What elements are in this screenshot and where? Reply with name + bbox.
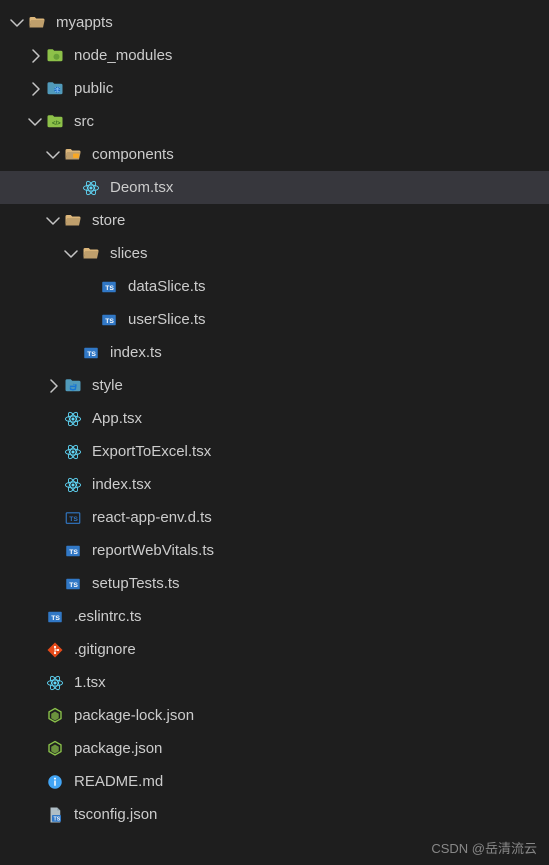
tree-item-label: userSlice.ts	[128, 311, 206, 328]
tree-item-label: .eslintrc.ts	[74, 608, 142, 625]
tree-item-label: README.md	[74, 773, 163, 790]
tree-row[interactable]: .gitignore	[0, 633, 549, 666]
tree-row[interactable]: </> src	[0, 105, 549, 138]
node-json-icon	[44, 738, 66, 760]
tree-item-label: components	[92, 146, 174, 163]
tree-item-label: setupTests.ts	[92, 575, 180, 592]
tree-row[interactable]: store	[0, 204, 549, 237]
node-json-icon	[44, 705, 66, 727]
tree-item-label: store	[92, 212, 125, 229]
watermark-text: CSDN @岳清流云	[431, 838, 537, 857]
ts-icon: TS	[98, 309, 120, 331]
tree-item-label: dataSlice.ts	[128, 278, 206, 295]
tree-row[interactable]: App.tsx	[0, 402, 549, 435]
chevron-down-icon[interactable]	[44, 212, 62, 230]
tree-item-label: App.tsx	[92, 410, 142, 427]
folder-node-icon	[44, 45, 66, 67]
tree-row[interactable]: TS reportWebVitals.ts	[0, 534, 549, 567]
tree-row[interactable]: slices	[0, 237, 549, 270]
tree-item-label: node_modules	[74, 47, 172, 64]
svg-text:TS: TS	[87, 351, 96, 358]
folder-open-icon	[26, 12, 48, 34]
svg-text:TS: TS	[51, 615, 60, 622]
git-icon	[44, 639, 66, 661]
tree-item-label: index.ts	[110, 344, 162, 361]
svg-text:TS: TS	[54, 816, 61, 822]
svg-text:</>: </>	[52, 121, 61, 127]
tree-row[interactable]: TS userSlice.ts	[0, 303, 549, 336]
tree-item-label: react-app-env.d.ts	[92, 509, 212, 526]
tree-item-label: tsconfig.json	[74, 806, 157, 823]
tree-item-label: package-lock.json	[74, 707, 194, 724]
tree-row[interactable]: README.md	[0, 765, 549, 798]
tree-item-label: reportWebVitals.ts	[92, 542, 214, 559]
tree-item-label: public	[74, 80, 113, 97]
tree-row[interactable]: TS index.ts	[0, 336, 549, 369]
svg-text:TS: TS	[105, 318, 114, 325]
folder-open-icon	[80, 243, 102, 265]
tsconfig-icon: TS	[44, 804, 66, 826]
tree-item-label: slices	[110, 245, 148, 262]
svg-text:TS: TS	[69, 516, 78, 523]
ts-icon: TS	[80, 342, 102, 364]
ts-icon: TS	[62, 540, 84, 562]
chevron-down-icon[interactable]	[26, 113, 44, 131]
tree-item-label: 1.tsx	[74, 674, 106, 691]
file-explorer-tree: myappts node_modulespublic </> src component…	[0, 0, 549, 831]
ts-icon: TS	[44, 606, 66, 628]
folder-style-icon	[62, 375, 84, 397]
folder-src-icon: </>	[44, 111, 66, 133]
tree-row[interactable]: TS react-app-env.d.ts	[0, 501, 549, 534]
chevron-down-icon[interactable]	[62, 245, 80, 263]
tree-row[interactable]: 1.tsx	[0, 666, 549, 699]
ts-outline-icon: TS	[62, 507, 84, 529]
tree-row[interactable]: TS tsconfig.json	[0, 798, 549, 831]
chevron-right-icon[interactable]	[44, 377, 62, 395]
tree-row[interactable]: myappts	[0, 6, 549, 39]
react-icon	[62, 474, 84, 496]
info-icon	[44, 771, 66, 793]
react-icon	[62, 441, 84, 463]
tree-row[interactable]: style	[0, 369, 549, 402]
tree-row[interactable]: TS dataSlice.ts	[0, 270, 549, 303]
tree-row[interactable]: TS setupTests.ts	[0, 567, 549, 600]
tree-row[interactable]: node_modules	[0, 39, 549, 72]
tree-row[interactable]: Deom.tsx	[0, 171, 549, 204]
ts-icon: TS	[62, 573, 84, 595]
tree-row[interactable]: package-lock.json	[0, 699, 549, 732]
chevron-right-icon[interactable]	[26, 80, 44, 98]
tree-row[interactable]: index.tsx	[0, 468, 549, 501]
tree-item-label: package.json	[74, 740, 162, 757]
chevron-down-icon[interactable]	[8, 14, 26, 32]
react-icon	[62, 408, 84, 430]
ts-icon: TS	[98, 276, 120, 298]
tree-row[interactable]: TS .eslintrc.ts	[0, 600, 549, 633]
tree-item-label: index.tsx	[92, 476, 151, 493]
chevron-right-icon[interactable]	[26, 47, 44, 65]
folder-open-icon	[62, 210, 84, 232]
tree-row[interactable]: ExportToExcel.tsx	[0, 435, 549, 468]
tree-item-label: src	[74, 113, 94, 130]
svg-text:TS: TS	[69, 549, 78, 556]
tree-item-label: .gitignore	[74, 641, 136, 658]
react-icon	[44, 672, 66, 694]
tree-item-label: ExportToExcel.tsx	[92, 443, 211, 460]
folder-components-icon	[62, 144, 84, 166]
tree-item-label: Deom.tsx	[110, 179, 173, 196]
tree-row[interactable]: components	[0, 138, 549, 171]
svg-text:TS: TS	[105, 285, 114, 292]
chevron-down-icon[interactable]	[44, 146, 62, 164]
tree-row[interactable]: public	[0, 72, 549, 105]
tree-item-label: style	[92, 377, 123, 394]
svg-text:TS: TS	[69, 582, 78, 589]
tree-row[interactable]: package.json	[0, 732, 549, 765]
react-icon	[80, 177, 102, 199]
folder-public-icon	[44, 78, 66, 100]
tree-item-label: myappts	[56, 14, 113, 31]
